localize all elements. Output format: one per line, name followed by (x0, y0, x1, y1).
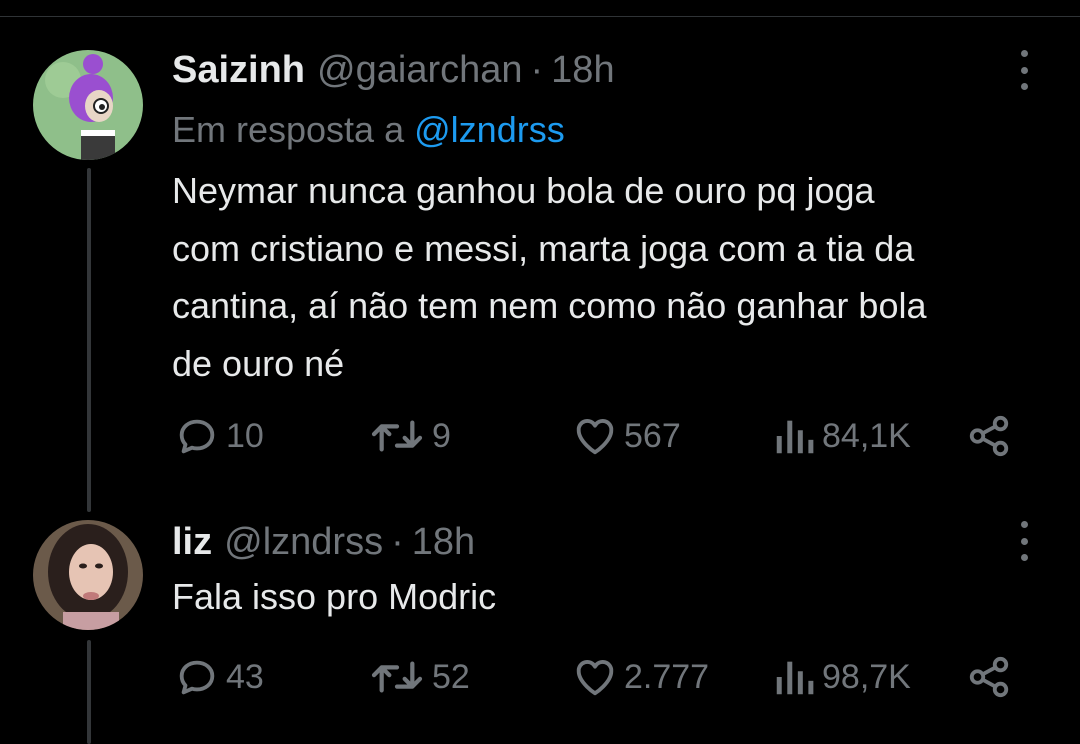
more-icon (1020, 554, 1028, 561)
more-icon (1020, 66, 1028, 74)
more-icon (1020, 50, 1028, 57)
avatar-image (33, 50, 143, 160)
retweet-button[interactable]: 52 (368, 654, 470, 700)
separator-dot: · (391, 521, 404, 563)
like-count: 567 (624, 416, 681, 455)
views-button[interactable]: 84,1K (772, 413, 911, 459)
share-button[interactable] (966, 654, 1012, 700)
views-count: 98,7K (822, 657, 911, 696)
replying-to: Em resposta a @lzndrss (172, 108, 565, 152)
views-count: 84,1K (822, 416, 911, 455)
more-icon (1020, 521, 1028, 528)
user-handle[interactable]: @lzndrss (224, 520, 383, 564)
tweet-text: Neymar nunca ganhou bola de ouro pq joga… (172, 162, 1052, 392)
tweet-text-line: de ouro né (172, 342, 345, 384)
views-icon (776, 661, 814, 695)
reply-count: 10 (226, 416, 264, 455)
display-name[interactable]: Saizinh (172, 48, 305, 92)
retweet-icon (371, 420, 423, 452)
tweet-text-line: Fala isso pro Modric (172, 576, 497, 617)
like-button[interactable]: 567 (572, 413, 681, 459)
reply-icon (179, 660, 215, 695)
replying-prefix: Em resposta a (172, 109, 405, 150)
share-button[interactable] (966, 413, 1012, 459)
more-button[interactable] (1018, 521, 1030, 561)
tweet-text-line: Neymar nunca ganhou bola de ouro pq joga (172, 170, 875, 211)
more-icon (1020, 83, 1028, 90)
avatar-image (33, 520, 143, 630)
tweet-text-line: com cristiano e messi, marta joga com a … (172, 227, 915, 269)
tweet-header: liz @lzndrss · 18h (172, 520, 475, 564)
more-icon (1020, 537, 1028, 545)
heart-icon (576, 419, 614, 455)
thread-line (87, 168, 91, 512)
tweet-header: Saizinh @gaiarchan · 18h (172, 48, 615, 92)
timestamp[interactable]: 18h (412, 520, 475, 564)
retweet-icon (371, 661, 423, 693)
top-divider (0, 16, 1080, 17)
retweet-count: 9 (432, 416, 451, 455)
timestamp[interactable]: 18h (551, 48, 614, 92)
thread-line (87, 640, 91, 744)
reply-button[interactable]: 43 (174, 654, 264, 700)
mention-link[interactable]: @lzndrss (414, 109, 565, 150)
tweet-text-line: cantina, aí não tem nem como não ganhar … (172, 285, 927, 326)
share-icon (969, 415, 1009, 457)
heart-icon (576, 660, 614, 696)
like-count: 2.777 (624, 657, 710, 696)
views-button[interactable]: 98,7K (772, 654, 911, 700)
display-name[interactable]: liz (172, 520, 212, 564)
avatar[interactable] (33, 50, 143, 160)
reply-count: 43 (226, 657, 264, 696)
views-icon (776, 420, 814, 454)
retweet-button[interactable]: 9 (368, 413, 451, 459)
user-handle[interactable]: @gaiarchan (317, 48, 522, 92)
tweet-text: Fala isso pro Modric (172, 568, 1052, 626)
like-button[interactable]: 2.777 (572, 654, 709, 700)
avatar[interactable] (33, 520, 143, 630)
share-icon (969, 656, 1009, 698)
separator-dot: · (530, 49, 544, 91)
more-button[interactable] (1018, 50, 1030, 90)
reply-button[interactable]: 10 (174, 413, 264, 459)
retweet-count: 52 (432, 657, 470, 696)
reply-icon (179, 419, 215, 454)
